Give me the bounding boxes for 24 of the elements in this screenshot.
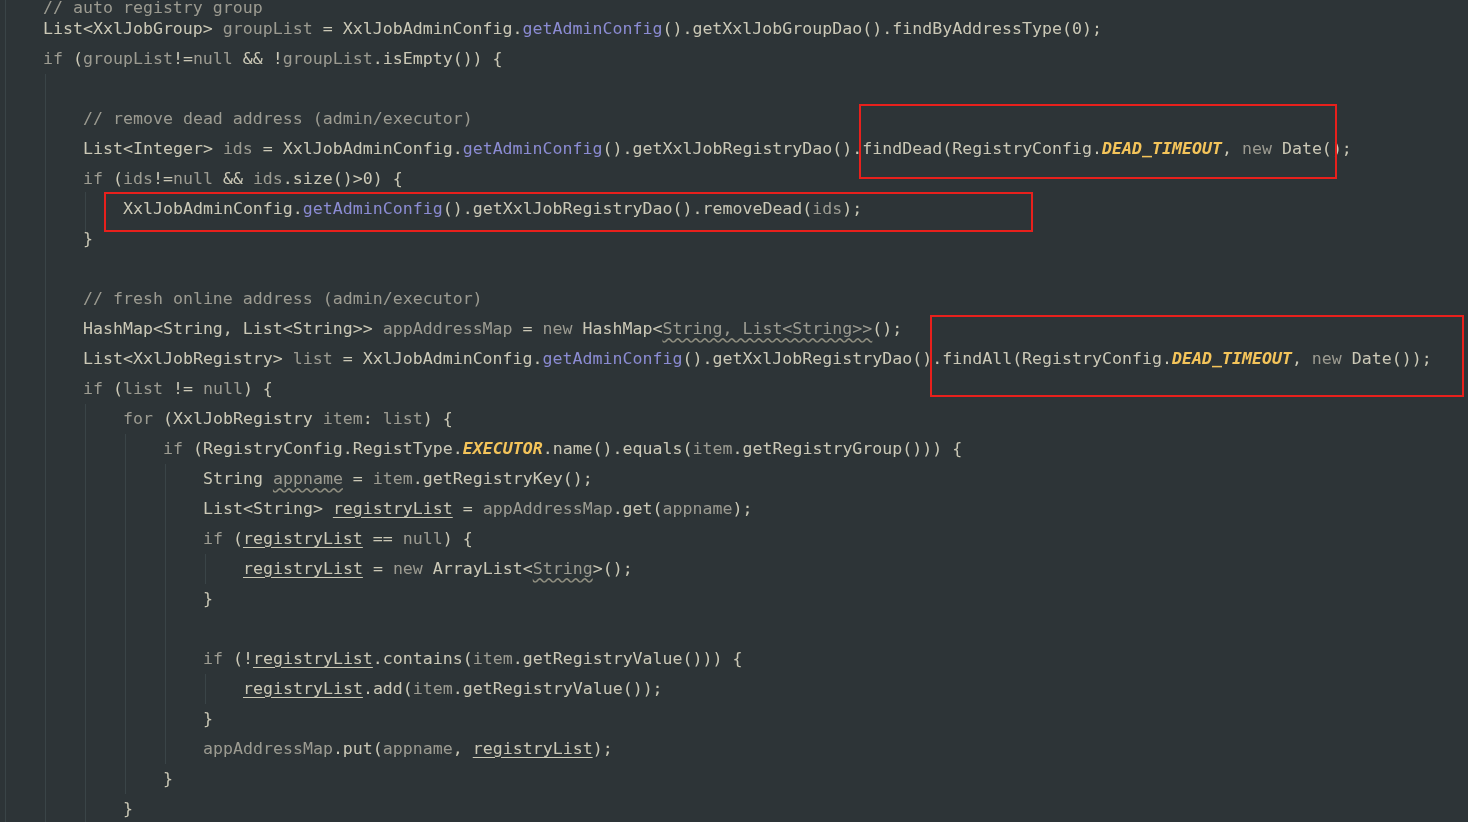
code-line: if (registryList == null) { <box>203 528 473 550</box>
code-line: XxlJobAdminConfig.getAdminConfig().getXxlJobRegistryDao().removeDead(ids); <box>123 198 863 220</box>
code-line: if (groupList!=null && !groupList.isEmpty()) { <box>43 48 503 70</box>
code-line: String appname = item.getRegistryKey(); <box>203 468 593 490</box>
code-line: appAddressMap.put(appname, registryList); <box>203 738 613 760</box>
code-line: registryList = new ArrayList<String>(); <box>243 558 633 580</box>
code-line: if (RegistryConfig.RegistType.EXECUTOR.name().equals(item.getRegistryGroup())) { <box>163 438 963 460</box>
code-line: List<XxlJobRegistry> list = XxlJobAdminConfig.getAdminConfig().getXxlJobRegistryDao().findAll(RegistryConfig.DEAD_TIMEOUT, new Date()); <box>83 348 1432 370</box>
code-line: registryList.add(item.getRegistryValue()); <box>243 678 663 700</box>
code-line: List<String> registryList = appAddressMap.get(appname); <box>203 498 753 520</box>
code-line: } <box>83 228 93 250</box>
code-line: List<XxlJobGroup> groupList = XxlJobAdminConfig.getAdminConfig().getXxlJobGroupDao().findByAddressType(0); <box>43 18 1102 40</box>
code-line: for (XxlJobRegistry item: list) { <box>123 408 453 430</box>
code-line: if (list != null) { <box>83 378 273 400</box>
code-line: // auto registry group <box>43 0 263 14</box>
code-line: if (!registryList.contains(item.getRegistryValue())) { <box>203 648 743 670</box>
code-line: // fresh online address (admin/executor) <box>83 288 483 310</box>
code-line: if (ids!=null && ids.size()>0) { <box>83 168 403 190</box>
code-line: } <box>163 768 173 790</box>
code-line: } <box>203 588 213 610</box>
code-line: HashMap<String, List<String>> appAddressMap = new HashMap<String, List<String>>(); <box>83 318 903 340</box>
code-line: } <box>203 708 213 730</box>
code-line: } <box>123 798 133 820</box>
code-line: // remove dead address (admin/executor) <box>83 108 473 130</box>
